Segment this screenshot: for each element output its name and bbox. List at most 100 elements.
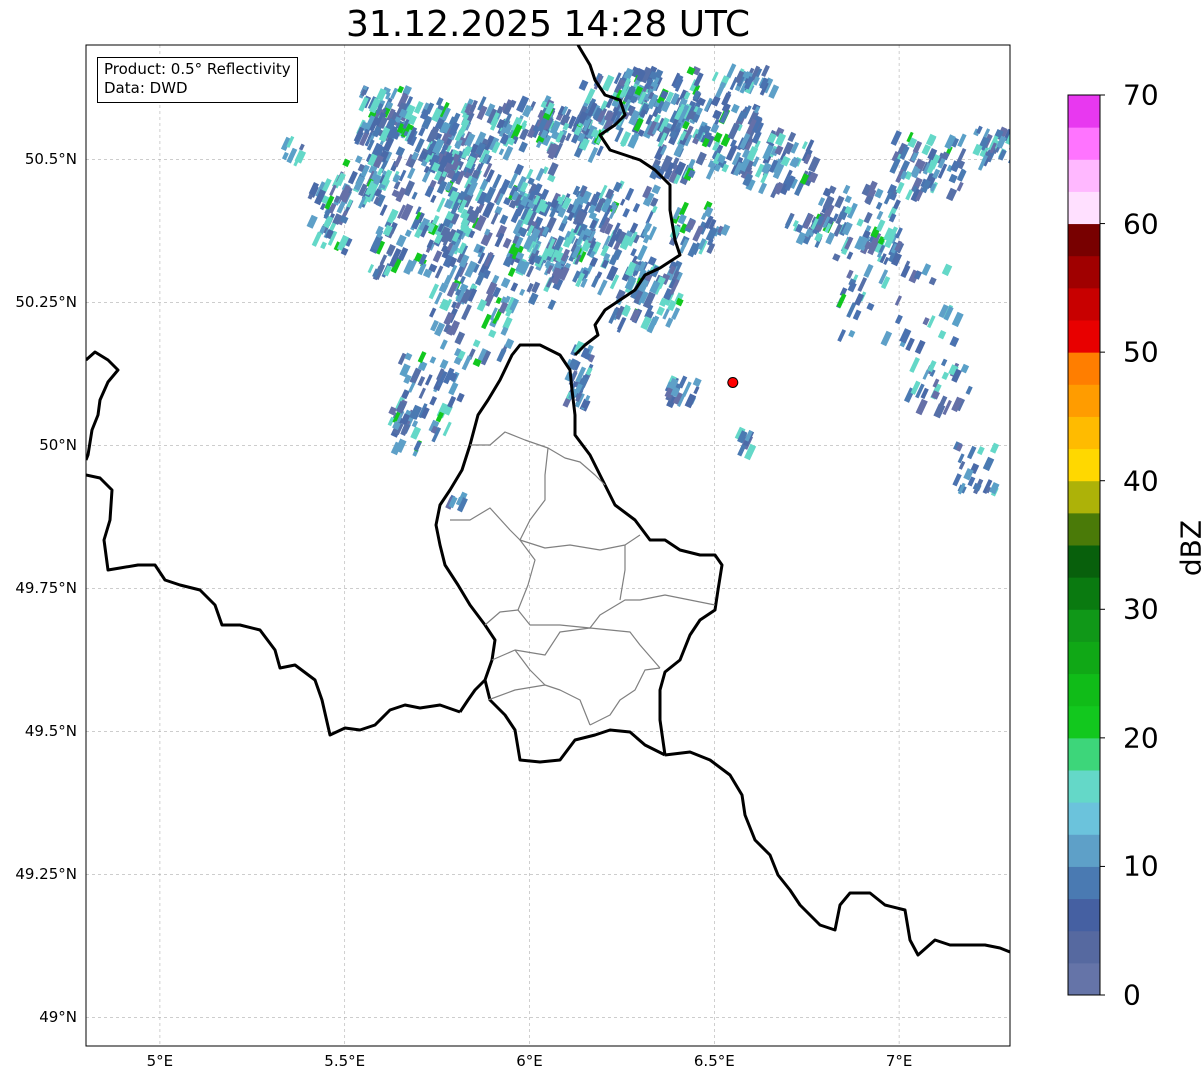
- echo-cell: [989, 442, 1000, 454]
- echo-cell: [502, 145, 514, 161]
- colorbar-segment: [1068, 770, 1100, 803]
- echo-cell: [844, 195, 852, 204]
- lat-tick-label: 50.5°N: [24, 150, 77, 169]
- echo-cell: [418, 126, 426, 137]
- echo-cell: [890, 130, 902, 146]
- echo-cell: [547, 162, 559, 177]
- colorbar-segment: [1068, 191, 1100, 225]
- lon-tick-label: 7°E: [885, 1052, 913, 1070]
- lon-tick-label: 6°E: [516, 1052, 543, 1070]
- echo-cell: [490, 212, 499, 225]
- echo-cell: [880, 330, 893, 347]
- echo-cell: [761, 64, 770, 78]
- colorbar-segment: [1068, 384, 1100, 417]
- canton-line: [619, 545, 626, 601]
- echo-cell: [578, 79, 589, 91]
- border-lu-fr: [483, 679, 666, 764]
- echo-cell: [894, 314, 903, 325]
- echo-cell: [399, 363, 411, 378]
- echo-cell: [531, 281, 541, 294]
- colorbar-tick-label: 0: [1123, 978, 1141, 1012]
- borders: [86, 45, 1010, 957]
- echo-cell: [472, 339, 481, 348]
- radar-site-marker: [727, 376, 739, 388]
- echo-cell: [976, 446, 985, 456]
- echo-cell: [937, 330, 947, 340]
- echo-cell: [832, 253, 841, 262]
- echo-cell: [535, 167, 545, 182]
- colorbar-segment: [1068, 95, 1100, 128]
- echo-cell: [711, 71, 719, 82]
- echo-cell: [474, 271, 486, 286]
- colorbar-segment: [1068, 673, 1100, 707]
- echo-cell: [846, 251, 854, 260]
- echo-cell: [432, 250, 443, 263]
- echo-cell: [949, 335, 960, 348]
- echo-cell: [629, 222, 639, 234]
- echo-cell: [392, 173, 401, 184]
- echo-cell: [960, 363, 970, 374]
- echo-cell: [730, 103, 740, 114]
- echo-cell: [519, 288, 526, 296]
- echo-cell: [525, 168, 534, 180]
- colorbar-segment: [1068, 962, 1100, 996]
- echo-cell: [456, 392, 465, 403]
- echo-cell: [447, 395, 457, 408]
- echo-cell: [965, 385, 973, 395]
- echo-cell: [418, 387, 427, 399]
- product-info-box: Product: 0.5° Reflectivity Data: DWD: [97, 57, 298, 103]
- canton-line: [484, 609, 519, 626]
- echo-cell: [842, 184, 851, 195]
- echo-cell: [443, 274, 453, 286]
- canton-line: [450, 507, 521, 541]
- echo-cell: [624, 187, 635, 201]
- lat-tick-label: 49.5°N: [24, 722, 77, 741]
- colorbar-segment: [1068, 802, 1100, 835]
- echo-cell: [439, 339, 448, 350]
- echo-cell: [866, 302, 875, 311]
- echo-cell: [596, 145, 604, 157]
- echo-cell: [894, 295, 903, 306]
- echo-cell: [547, 299, 557, 311]
- echo-cell: [863, 263, 874, 278]
- echo-cell: [454, 331, 466, 345]
- echo-cell: [430, 194, 437, 204]
- radar-map: [85, 44, 1105, 1047]
- echo-cell: [398, 169, 407, 182]
- echo-cell: [597, 280, 608, 296]
- echo-cell: [403, 180, 416, 197]
- echo-cell: [848, 329, 856, 338]
- echo-cell: [547, 174, 556, 183]
- echo-cell: [429, 395, 438, 406]
- echo-cell: [502, 237, 512, 249]
- echo-cell: [876, 219, 886, 232]
- echo-cell: [439, 359, 449, 370]
- echo-cell: [393, 154, 403, 168]
- colorbar-segment: [1068, 834, 1100, 867]
- colorbar-segment: [1068, 320, 1100, 353]
- echo-cell: [320, 241, 327, 250]
- colorbar-tick-label: 50: [1123, 335, 1159, 369]
- echo-cell: [876, 210, 884, 221]
- echo-cell: [500, 277, 511, 289]
- echo-cell: [857, 277, 868, 292]
- echo-cell: [914, 339, 926, 355]
- canton-line: [517, 539, 716, 629]
- echo-cell: [306, 214, 318, 229]
- echo-cell: [424, 374, 433, 386]
- echo-cell: [429, 307, 437, 318]
- lat-tick-label: 50.25°N: [15, 293, 77, 312]
- colorbar-segment: [1068, 159, 1100, 192]
- echo-cell: [354, 155, 363, 164]
- product-label: Product: 0.5° Reflectivity: [104, 60, 291, 78]
- echo-cell: [948, 173, 958, 184]
- echo-cell: [915, 398, 928, 416]
- colorbar-segment: [1068, 545, 1100, 578]
- echo-cell: [952, 473, 962, 487]
- echo-cell: [951, 311, 964, 328]
- echo-cell: [518, 141, 528, 153]
- echo-cell: [900, 264, 911, 279]
- colorbar-tick-label: 60: [1123, 207, 1159, 241]
- echo-cell: [311, 231, 323, 247]
- echo-cell: [481, 313, 492, 330]
